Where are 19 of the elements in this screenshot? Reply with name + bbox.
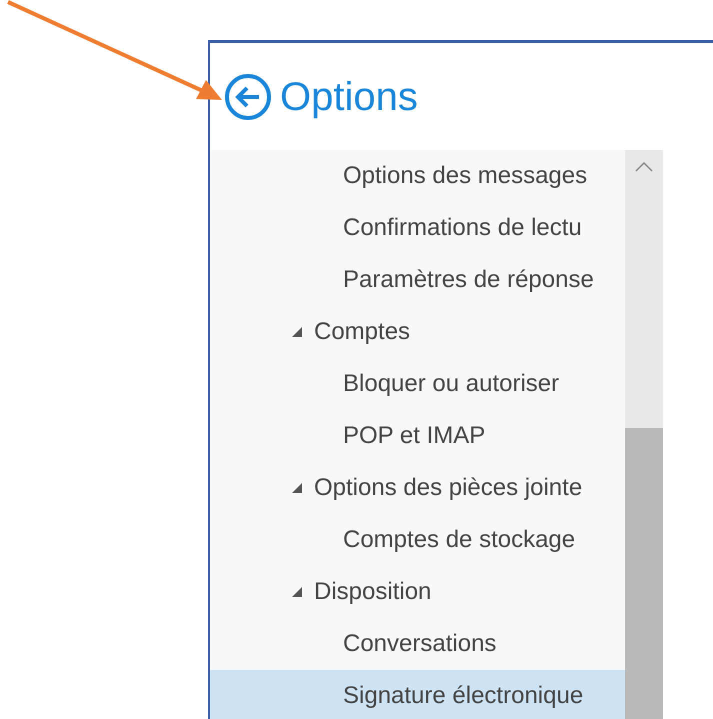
scroll-thumb[interactable] bbox=[625, 428, 663, 719]
nav-group[interactable]: Disposition bbox=[210, 566, 625, 618]
expanded-triangle-icon[interactable] bbox=[292, 483, 302, 493]
nav-item[interactable]: POP et IMAP bbox=[210, 410, 625, 462]
nav-group[interactable]: Comptes bbox=[210, 306, 625, 358]
nav-item[interactable]: Paramètres de réponse bbox=[210, 254, 625, 306]
scrollbar[interactable] bbox=[625, 150, 663, 719]
nav-item[interactable]: Options des messages bbox=[210, 150, 625, 202]
back-icon[interactable] bbox=[224, 72, 272, 120]
scroll-up-icon[interactable] bbox=[635, 162, 653, 172]
page-title: Options bbox=[280, 74, 418, 120]
expanded-triangle-icon[interactable] bbox=[292, 327, 302, 337]
nav-item[interactable]: Bloquer ou autoriser bbox=[210, 358, 625, 410]
expanded-triangle-icon[interactable] bbox=[292, 587, 302, 597]
nav-item[interactable]: Comptes de stockage bbox=[210, 514, 625, 566]
nav-item[interactable]: Confirmations de lectu bbox=[210, 202, 625, 254]
nav-item[interactable]: Signature électronique bbox=[210, 670, 625, 719]
nav-group[interactable]: Options des pièces jointe bbox=[210, 462, 625, 514]
nav-item[interactable]: Conversations bbox=[210, 618, 625, 670]
